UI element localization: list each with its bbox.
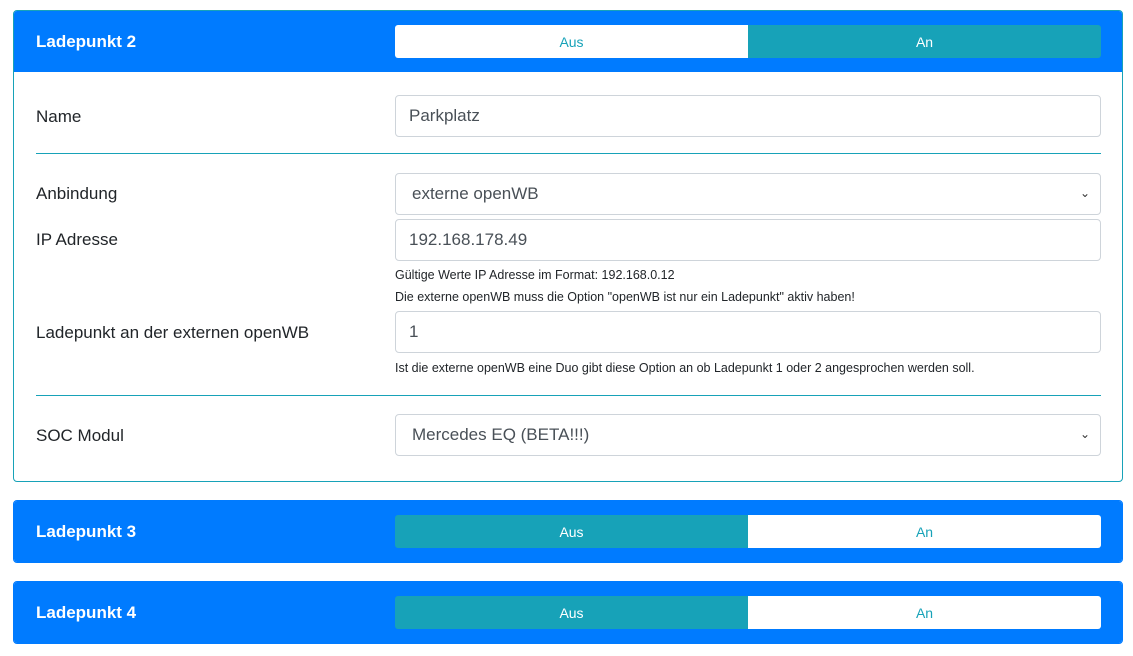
- name-label: Name: [36, 107, 82, 126]
- ip-label: IP Adresse: [36, 230, 118, 249]
- anbindung-select[interactable]: externe openWB ⌄: [395, 173, 1101, 215]
- divider: [36, 153, 1101, 154]
- on-off-toggle: Aus An: [395, 596, 1101, 629]
- card-header: Ladepunkt 2 Aus An: [14, 11, 1122, 72]
- ladepunkt-label: Ladepunkt an der externen openWB: [36, 323, 310, 342]
- ip-hint: Gültige Werte IP Adresse im Format: 192.…: [395, 268, 675, 282]
- divider: [36, 395, 1101, 396]
- toggle-on-button[interactable]: An: [748, 596, 1101, 629]
- anbindung-label: Anbindung: [36, 184, 118, 203]
- card-header: Ladepunkt 3 Aus An: [14, 501, 1122, 562]
- name-input[interactable]: Parkplatz: [395, 95, 1101, 137]
- soc-label: SOC Modul: [36, 426, 124, 445]
- card-ladepunkt-3: Ladepunkt 3 Aus An: [13, 500, 1123, 563]
- card-title: Ladepunkt 4: [36, 603, 137, 622]
- anbindung-value: externe openWB: [412, 184, 539, 203]
- chevron-down-icon: ⌄: [1079, 427, 1090, 441]
- ip-input[interactable]: 192.168.178.49: [395, 219, 1101, 261]
- card-ladepunkt-4: Ladepunkt 4 Aus An: [13, 581, 1123, 644]
- ladepunkt-input[interactable]: 1: [395, 311, 1101, 353]
- soc-value: Mercedes EQ (BETA!!!): [412, 425, 590, 444]
- on-off-toggle: Aus An: [395, 25, 1101, 58]
- card-title: Ladepunkt 3: [36, 522, 137, 541]
- toggle-off-button[interactable]: Aus: [395, 596, 748, 629]
- chevron-down-icon: ⌄: [1079, 186, 1090, 200]
- ladepunkt-hint: Ist die externe openWB eine Duo gibt die…: [395, 361, 975, 375]
- toggle-off-button[interactable]: Aus: [395, 25, 748, 58]
- card-header: Ladepunkt 4 Aus An: [14, 582, 1122, 643]
- toggle-on-button[interactable]: An: [748, 515, 1101, 548]
- toggle-on-button[interactable]: An: [748, 25, 1101, 58]
- toggle-off-button[interactable]: Aus: [395, 515, 748, 548]
- card-title: Ladepunkt 2: [36, 32, 137, 51]
- soc-select[interactable]: Mercedes EQ (BETA!!!) ⌄: [395, 414, 1101, 456]
- card-ladepunkt-2: Ladepunkt 2 Aus An Name Parkplatz Anbind…: [13, 10, 1123, 482]
- ip-hint-2: Die externe openWB muss die Option "open…: [395, 290, 855, 304]
- on-off-toggle: Aus An: [395, 515, 1101, 548]
